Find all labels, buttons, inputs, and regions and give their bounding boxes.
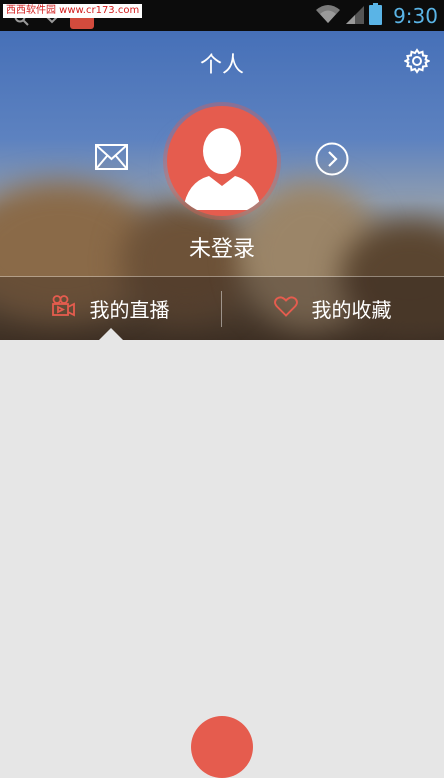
avatar[interactable] bbox=[167, 106, 277, 216]
settings-gear-icon[interactable] bbox=[403, 48, 431, 74]
arrow-right-circle-icon[interactable] bbox=[315, 142, 349, 176]
wifi-icon bbox=[315, 4, 341, 28]
profile-header: 个人 未登录 我的直播 我的收藏 bbox=[0, 31, 444, 340]
tab-bar: 我的直播 我的收藏 bbox=[0, 277, 444, 340]
tab-my-live-label: 我的直播 bbox=[89, 298, 170, 322]
floating-action-button[interactable] bbox=[191, 716, 253, 778]
signal-icon bbox=[346, 4, 365, 28]
tab-my-favorites[interactable]: 我的收藏 bbox=[222, 277, 443, 340]
avatar-person-icon bbox=[183, 128, 261, 210]
active-tab-indicator bbox=[99, 328, 123, 340]
watermark-label: 西西软件园 www.cr173.com bbox=[3, 4, 143, 18]
tab-my-favorites-label: 我的收藏 bbox=[311, 298, 392, 322]
battery-icon bbox=[369, 2, 383, 29]
status-clock: 9:30 bbox=[393, 3, 438, 28]
content-area bbox=[0, 340, 444, 741]
video-camera-icon bbox=[51, 295, 76, 322]
page-title: 个人 bbox=[199, 53, 244, 78]
status-bar: 西西软件园 www.cr173.com 9:30 bbox=[0, 0, 444, 31]
mail-icon[interactable] bbox=[95, 144, 128, 170]
heart-icon bbox=[273, 295, 298, 322]
login-status-label[interactable]: 未登录 bbox=[0, 231, 444, 263]
